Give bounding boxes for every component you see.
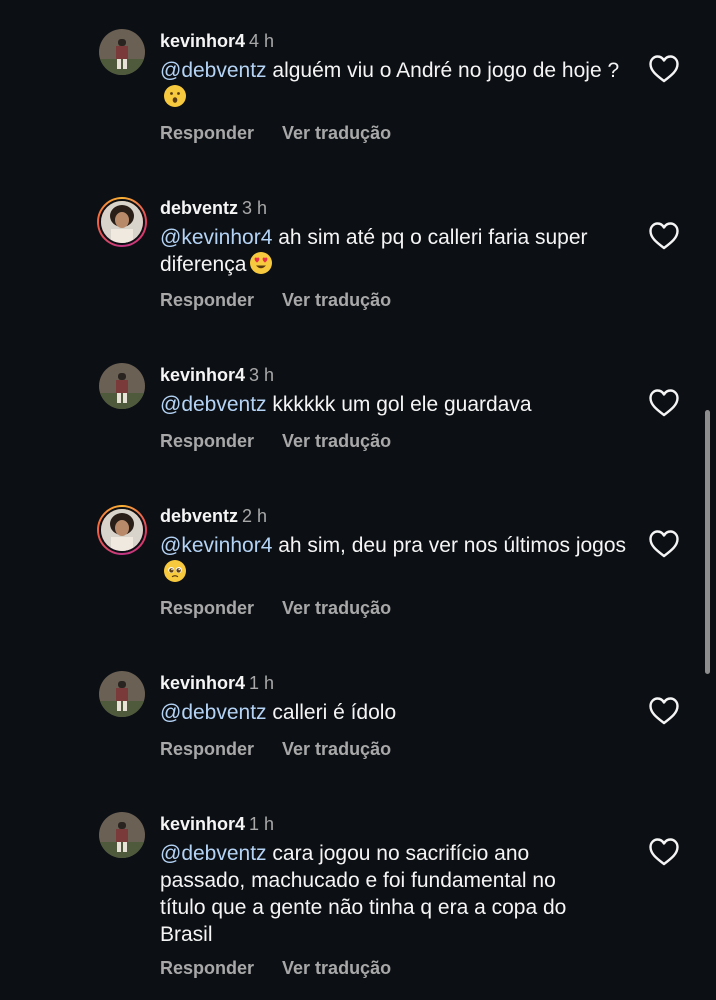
heart-outline-icon[interactable]	[648, 696, 680, 726]
avatar[interactable]	[97, 505, 147, 555]
mention-link[interactable]: @debventz	[160, 59, 267, 82]
see-translation-button[interactable]: Ver tradução	[282, 431, 391, 451]
heart-outline-icon[interactable]	[648, 221, 680, 251]
mention-link[interactable]: @kevinhor4	[160, 534, 272, 557]
mention-link[interactable]: @debventz	[160, 842, 267, 865]
timestamp: 3 h	[249, 365, 275, 385]
timestamp: 3 h	[242, 198, 268, 218]
username[interactable]: kevinhor4	[160, 814, 245, 834]
comment-actions: Responder Ver tradução	[160, 597, 391, 619]
comment-text: @kevinhor4 ah sim, deu pra ver nos últim…	[160, 532, 630, 586]
avatar-photo	[101, 509, 143, 551]
see-translation-button[interactable]: Ver tradução	[282, 123, 391, 143]
avatar-photo	[99, 29, 145, 75]
avatar[interactable]	[99, 29, 145, 75]
see-translation-button[interactable]: Ver tradução	[282, 598, 391, 618]
comment-header: kevinhor4 1 h	[160, 672, 274, 694]
reply-button[interactable]: Responder	[160, 598, 254, 618]
comment-header: kevinhor4 1 h	[160, 813, 274, 835]
pleading-face-emoji	[163, 559, 187, 583]
heart-outline-icon[interactable]	[648, 54, 680, 84]
timestamp: 1 h	[249, 673, 275, 693]
heart-outline-icon[interactable]	[648, 837, 680, 867]
comment-actions: Responder Ver tradução	[160, 738, 391, 760]
timestamp: 2 h	[242, 506, 268, 526]
reply-button[interactable]: Responder	[160, 958, 254, 978]
avatar-photo	[99, 363, 145, 409]
mention-link[interactable]: @kevinhor4	[160, 226, 272, 249]
reply-button[interactable]: Responder	[160, 431, 254, 451]
username[interactable]: debventz	[160, 506, 238, 526]
username[interactable]: debventz	[160, 198, 238, 218]
username[interactable]: kevinhor4	[160, 673, 245, 693]
comment-body: kkkkkk um gol ele guardava	[266, 393, 532, 416]
mention-link[interactable]: @debventz	[160, 393, 267, 416]
timestamp: 1 h	[249, 814, 275, 834]
scrollbar[interactable]	[705, 410, 710, 674]
reply-button[interactable]: Responder	[160, 123, 254, 143]
avatar[interactable]	[99, 363, 145, 409]
username[interactable]: kevinhor4	[160, 31, 245, 51]
heart-eyes-emoji	[249, 251, 273, 275]
see-translation-button[interactable]: Ver tradução	[282, 290, 391, 310]
comment-text: @debventz calleri é ídolo	[160, 699, 630, 726]
avatar-photo	[99, 671, 145, 717]
timestamp: 4 h	[249, 31, 275, 51]
heart-outline-icon[interactable]	[648, 529, 680, 559]
avatar-inner	[99, 199, 145, 245]
comment-actions: Responder Ver tradução	[160, 430, 391, 452]
hushed-face-emoji	[163, 84, 187, 108]
comment-text: @debventz alguém viu o André no jogo de …	[160, 57, 630, 111]
comment-body: ah sim, deu pra ver nos últimos jogos	[272, 534, 627, 557]
comment-header: debventz 2 h	[160, 505, 267, 527]
reply-button[interactable]: Responder	[160, 739, 254, 759]
reply-button[interactable]: Responder	[160, 290, 254, 310]
comment-body: calleri é ídolo	[266, 701, 397, 724]
comment-actions: Responder Ver tradução	[160, 289, 391, 311]
comment-text: @debventz kkkkkk um gol ele guardava	[160, 391, 630, 418]
avatar-photo	[101, 201, 143, 243]
avatar[interactable]	[99, 812, 145, 858]
comment-actions: Responder Ver tradução	[160, 122, 391, 144]
heart-outline-icon[interactable]	[648, 388, 680, 418]
comment-body: alguém viu o André no jogo de hoje ?	[266, 59, 620, 82]
comment-actions: Responder Ver tradução	[160, 957, 391, 979]
avatar-inner	[99, 507, 145, 553]
comment-text: @debventz cara jogou no sacrifício ano p…	[160, 840, 600, 948]
username[interactable]: kevinhor4	[160, 365, 245, 385]
avatar[interactable]	[97, 197, 147, 247]
see-translation-button[interactable]: Ver tradução	[282, 958, 391, 978]
see-translation-button[interactable]: Ver tradução	[282, 739, 391, 759]
avatar[interactable]	[99, 671, 145, 717]
comment-header: kevinhor4 3 h	[160, 364, 274, 386]
comment-header: debventz 3 h	[160, 197, 267, 219]
comment-header: kevinhor4 4 h	[160, 30, 274, 52]
comment-text: @kevinhor4 ah sim até pq o calleri faria…	[160, 224, 630, 278]
mention-link[interactable]: @debventz	[160, 701, 267, 724]
avatar-photo	[99, 812, 145, 858]
